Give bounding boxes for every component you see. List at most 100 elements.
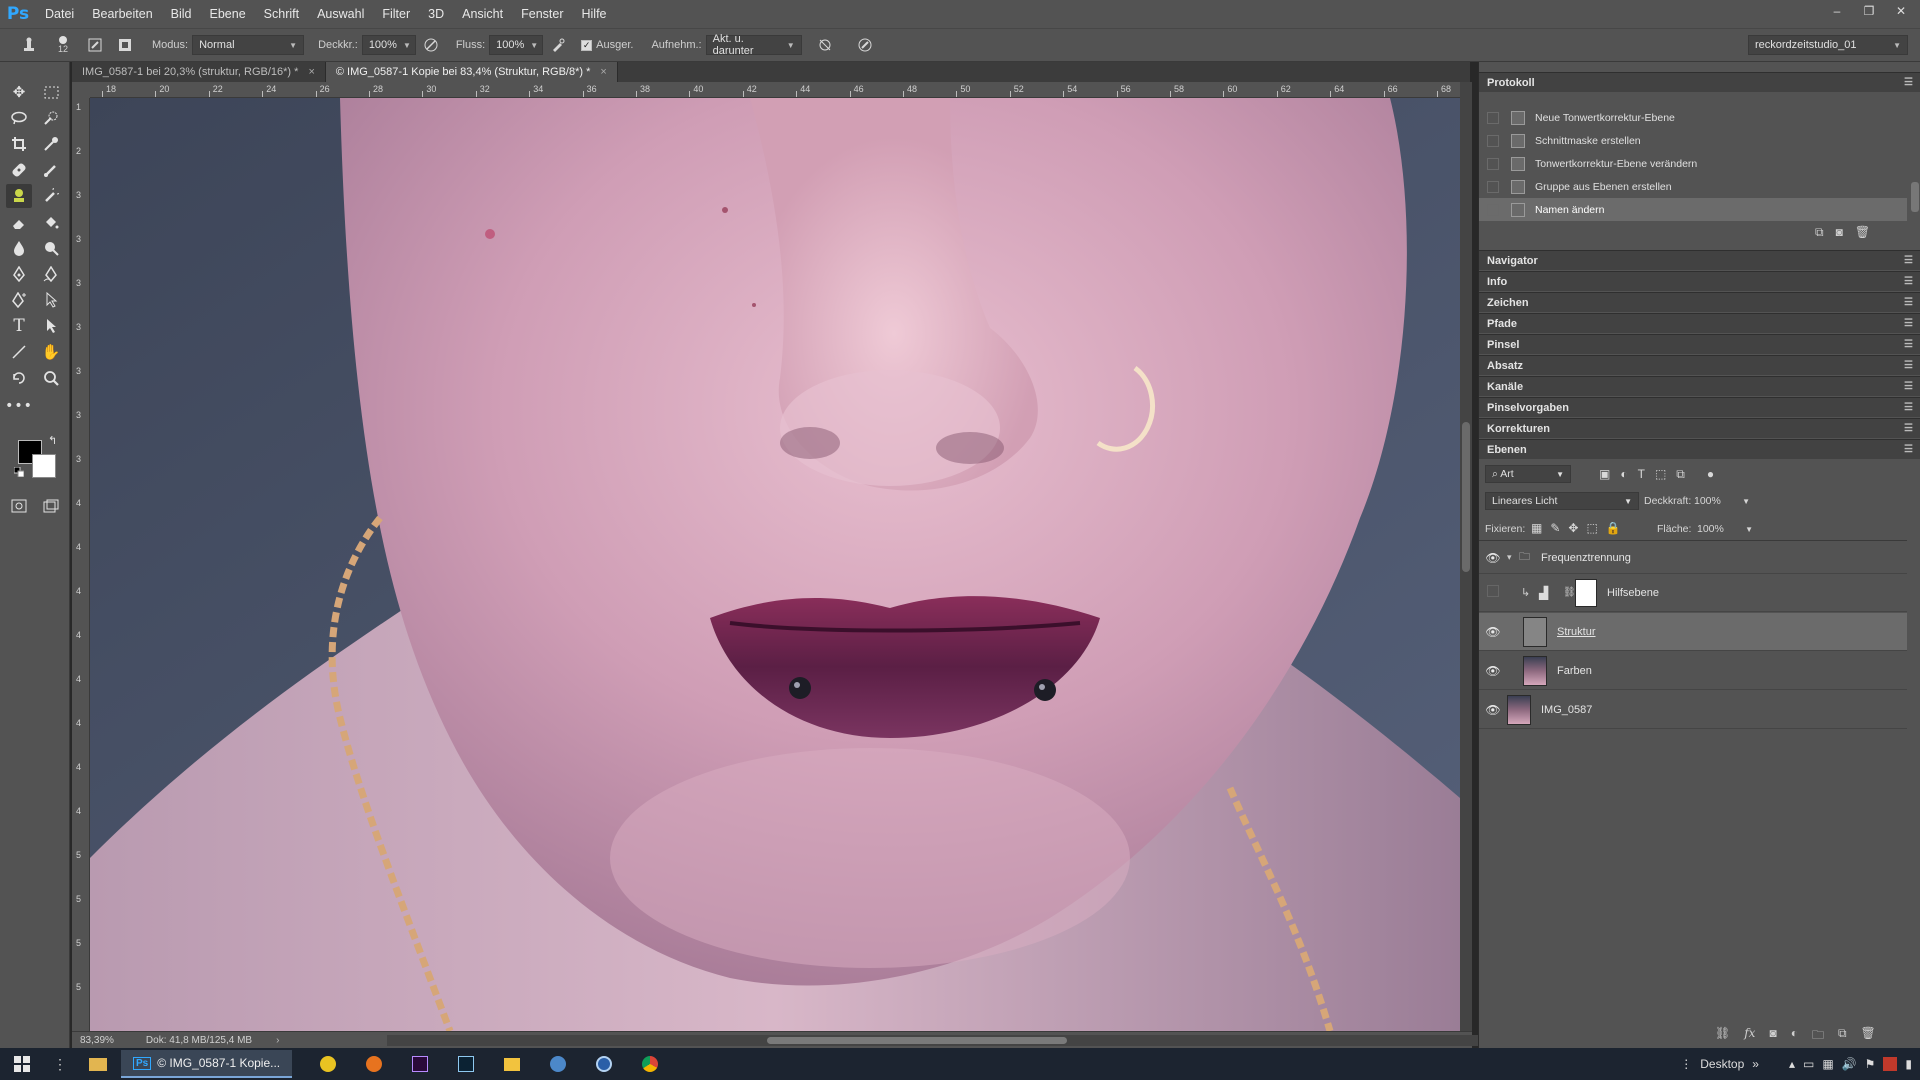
- trash-icon[interactable]: 🗑: [1861, 1026, 1876, 1047]
- more-tools-icon[interactable]: •••: [5, 394, 32, 418]
- direct-selection-tool-icon[interactable]: [38, 288, 64, 312]
- history-snapshot-box[interactable]: [1487, 157, 1499, 170]
- menu-bearbeiten[interactable]: Bearbeiten: [83, 0, 161, 28]
- new-document-from-state-icon[interactable]: ⧉: [1815, 225, 1824, 240]
- tab-img-0587-1-kopie[interactable]: © IMG_0587-1 Kopie bei 83,4% (Struktur, …: [325, 62, 618, 82]
- vertical-ruler[interactable]: 1 2 3 3 3 3 3 3 3 4 4 4 4 4 4 4 4 5 5 5 5: [72, 98, 90, 1031]
- layer-hilfsebene[interactable]: ↳ ▟ ⛓ Hilfsebene: [1479, 574, 1907, 612]
- crop-tool-icon[interactable]: [6, 132, 32, 156]
- menu-ebene[interactable]: Ebene: [201, 0, 255, 28]
- layer-thumbnail[interactable]: [1523, 616, 1547, 647]
- pressure-opacity-icon[interactable]: [420, 34, 442, 56]
- filter-smartobject-icon[interactable]: ⧉: [1676, 467, 1685, 482]
- layer-name[interactable]: IMG_0587: [1541, 704, 1592, 716]
- kanaele-panel-header[interactable]: Kanäle ☰: [1479, 376, 1920, 396]
- lock-all-icon[interactable]: 🔒: [1606, 521, 1621, 535]
- fill-field[interactable]: 100% ▼: [1697, 520, 1753, 538]
- history-brush-tool-icon[interactable]: [38, 184, 64, 208]
- panel-menu-icon[interactable]: ☰: [1904, 297, 1913, 308]
- menu-schrift[interactable]: Schrift: [255, 0, 308, 28]
- rotate-view-tool-icon[interactable]: [6, 366, 32, 390]
- lock-position-icon[interactable]: ✥: [1568, 521, 1578, 535]
- pen-tool-icon[interactable]: [6, 262, 32, 286]
- clone-stamp-tool-preset-icon[interactable]: [18, 34, 40, 56]
- background-color-swatch[interactable]: [32, 454, 56, 478]
- layer-thumbnail[interactable]: [1507, 694, 1531, 725]
- brush-tool-icon[interactable]: [38, 158, 64, 182]
- add-mask-icon[interactable]: ◙: [1769, 1026, 1776, 1047]
- toggle-clone-source-panel-icon[interactable]: [114, 34, 136, 56]
- panel-menu-icon[interactable]: ☰: [1904, 255, 1913, 266]
- deckkr-select[interactable]: 100% ▼: [361, 35, 416, 55]
- add-anchor-point-tool-icon[interactable]: [6, 288, 32, 312]
- signal-icon[interactable]: ▮: [1905, 1057, 1912, 1071]
- ebenen-panel-header[interactable]: Ebenen ☰: [1479, 439, 1920, 459]
- tray-up-arrow-icon[interactable]: ▴: [1789, 1057, 1795, 1071]
- flag-icon[interactable]: ⚑: [1865, 1057, 1876, 1071]
- doc-size-info[interactable]: Dok: 41,8 MB/125,4 MB: [146, 1035, 252, 1046]
- ruler-corner[interactable]: [72, 82, 90, 98]
- panel-menu-icon[interactable]: ☰: [1904, 339, 1913, 350]
- chain-link-icon[interactable]: ⛓: [1563, 587, 1576, 598]
- folder-app-icon[interactable]: [494, 1050, 530, 1078]
- close-icon[interactable]: ×: [600, 66, 606, 78]
- layer-group-frequenztrennung[interactable]: 👁 ▾ 🗀 Frequenztrennung: [1479, 542, 1907, 574]
- layer-struktur[interactable]: 👁 Struktur: [1479, 613, 1907, 651]
- quick-mask-icon[interactable]: [6, 494, 32, 518]
- korrekturen-panel-header[interactable]: Korrekturen ☰: [1479, 418, 1920, 438]
- filter-shape-icon[interactable]: ⬚: [1655, 467, 1666, 482]
- modus-select[interactable]: Normal ▼: [192, 35, 305, 55]
- history-item[interactable]: Gruppe aus Ebenen erstellen: [1479, 175, 1907, 198]
- history-snapshot-box[interactable]: [1487, 111, 1499, 124]
- lock-transparency-icon[interactable]: ▦: [1531, 521, 1542, 535]
- taskbar-photoshop-app[interactable]: Ps © IMG_0587-1 Kopie...: [121, 1050, 293, 1078]
- history-item[interactable]: Neue Tonwertkorrektur-Ebene: [1479, 106, 1907, 129]
- chevron-down-icon[interactable]: ▾: [1507, 552, 1519, 563]
- freeform-pen-tool-icon[interactable]: [38, 262, 64, 286]
- airbrush-icon[interactable]: [547, 34, 569, 56]
- marquee-tool-icon[interactable]: [38, 80, 64, 104]
- quick-selection-tool-icon[interactable]: [38, 106, 64, 130]
- visibility-off-box[interactable]: [1479, 585, 1507, 600]
- panel-menu-icon[interactable]: ☰: [1904, 381, 1913, 392]
- ausger-checkbox[interactable]: ✓: [581, 39, 593, 51]
- filter-toggle-icon[interactable]: ●: [1707, 467, 1714, 482]
- battery-icon[interactable]: ▭: [1803, 1057, 1814, 1071]
- lightroom-icon[interactable]: [448, 1050, 484, 1078]
- photoshop-logo[interactable]: Ps: [0, 0, 36, 28]
- document-canvas[interactable]: [90, 98, 1460, 1031]
- blend-mode-select[interactable]: Lineares Licht ▼: [1485, 492, 1639, 510]
- eye-icon[interactable]: 👁: [1479, 703, 1507, 717]
- history-item[interactable]: Schnittmaske erstellen: [1479, 129, 1907, 152]
- zoom-tool-icon[interactable]: [38, 366, 64, 390]
- path-selection-tool-icon[interactable]: [38, 314, 64, 338]
- status-menu-arrow-icon[interactable]: ›: [276, 1035, 279, 1046]
- eye-icon[interactable]: 👁: [1479, 664, 1507, 678]
- lock-pixels-icon[interactable]: ✎: [1550, 521, 1560, 535]
- layer-name[interactable]: Farben: [1557, 665, 1592, 677]
- panel-menu-icon[interactable]: ☰: [1904, 77, 1913, 88]
- desktop-toolbar-label[interactable]: Desktop: [1700, 1057, 1744, 1071]
- menu-hilfe[interactable]: Hilfe: [573, 0, 616, 28]
- layer-farben[interactable]: 👁 Farben: [1479, 652, 1907, 690]
- network-icon[interactable]: ▦: [1822, 1057, 1833, 1071]
- minimize-button[interactable]: –: [1826, 4, 1848, 18]
- dodge-tool-icon[interactable]: [38, 236, 64, 260]
- pfade-panel-header[interactable]: Pfade ☰: [1479, 313, 1920, 333]
- zeichen-panel-header[interactable]: Zeichen ☰: [1479, 292, 1920, 312]
- layer-img-0587[interactable]: 👁 IMG_0587: [1479, 691, 1907, 729]
- menu-datei[interactable]: Datei: [36, 0, 83, 28]
- screen-mode-icon[interactable]: [38, 494, 64, 518]
- link-layers-icon[interactable]: ⛓: [1715, 1026, 1730, 1047]
- layer-filter-select[interactable]: ⌕ Art ▼: [1485, 465, 1571, 483]
- horizontal-ruler[interactable]: 18 20 22 24 26 28 30 32 34 36 38 40 42 44 46 48 50 52 54 56…: [90, 82, 1460, 98]
- menu-3d[interactable]: 3D: [419, 0, 453, 28]
- pinned-app-yellow-icon[interactable]: [310, 1050, 346, 1078]
- clone-stamp-tool-icon[interactable]: [6, 184, 32, 208]
- brush-size-picker[interactable]: 12: [50, 34, 76, 56]
- history-snapshot-box[interactable]: [1487, 180, 1499, 193]
- menu-ansicht[interactable]: Ansicht: [453, 0, 512, 28]
- restore-button[interactable]: ❐: [1858, 4, 1880, 18]
- history-scroll-thumb[interactable]: [1911, 182, 1919, 212]
- close-icon[interactable]: ×: [308, 66, 314, 78]
